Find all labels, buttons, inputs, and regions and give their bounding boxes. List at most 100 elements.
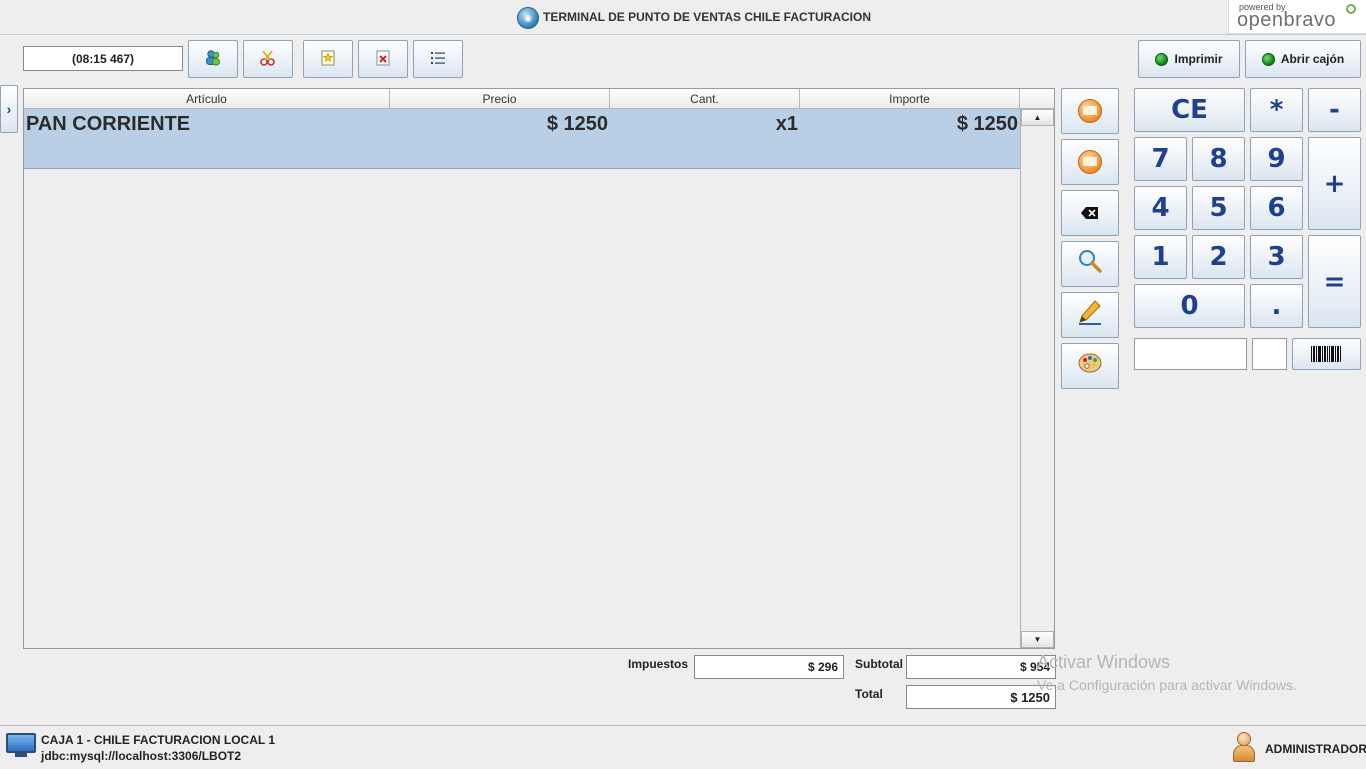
key-4[interactable]: 4 (1134, 186, 1187, 230)
key-3-label: 3 (1267, 242, 1286, 272)
subtotal-label: Subtotal (855, 657, 903, 671)
total-label: Total (855, 687, 883, 701)
delete-ticket-icon (375, 49, 391, 70)
status-database: jdbc:mysql://localhost:3306/LBOT2 (41, 749, 242, 763)
key-9-label: 9 (1267, 144, 1286, 174)
barcode-icon (1311, 346, 1342, 362)
row-amount: $ 1250 (956, 113, 1018, 135)
attributes-icon (1077, 351, 1103, 381)
key-clear[interactable]: CE (1134, 88, 1245, 132)
column-header-amount[interactable]: Importe (800, 89, 1020, 109)
key-1[interactable]: 1 (1134, 235, 1187, 279)
ticket-id-field: (08:15 467) (23, 46, 183, 71)
row-item-name: PAN CORRIENTE (26, 113, 191, 135)
key-1-label: 1 (1151, 242, 1170, 272)
brand-logo: powered by openbravo (1228, 0, 1366, 34)
key-decimal[interactable]: . (1250, 284, 1303, 328)
user-name: ADMINISTRADOR (1265, 742, 1366, 756)
key-decimal-label: . (1271, 291, 1282, 321)
activation-watermark-subtitle: Ve a Configuración para activar Windows. (1037, 677, 1297, 693)
edit-line-button[interactable] (1061, 292, 1119, 338)
move-up-icon (1078, 99, 1102, 123)
side-panel-toggle[interactable]: › (0, 85, 18, 133)
key-9[interactable]: 9 (1250, 137, 1303, 181)
ticket-list-icon (430, 50, 446, 69)
key-plus-label: + (1323, 168, 1346, 199)
key-equals-label: = (1323, 266, 1346, 297)
scroll-down-button[interactable]: ▼ (1021, 631, 1054, 648)
search-product-button[interactable] (1061, 241, 1119, 287)
key-minus[interactable]: - (1308, 88, 1361, 132)
title-bar: ◉ TERMINAL DE PUNTO DE VENTAS CHILE FACT… (0, 0, 1366, 35)
print-button[interactable]: Imprimir (1138, 40, 1240, 78)
brand-name: openbravo (1237, 9, 1337, 31)
column-header-item[interactable]: Artículo (24, 89, 390, 109)
monitor-icon (6, 733, 36, 757)
keypad-input-field[interactable] (1134, 338, 1247, 370)
status-location: CAJA 1 - CHILE FACTURACION LOCAL 1 (41, 733, 276, 747)
key-3[interactable]: 3 (1250, 235, 1303, 279)
key-2-label: 2 (1209, 242, 1228, 272)
delete-ticket-button[interactable] (358, 40, 408, 78)
customer-icon (204, 49, 222, 70)
move-down-icon (1078, 150, 1102, 174)
row-qty: x1 (775, 113, 798, 135)
key-multiply-label: * (1269, 95, 1284, 125)
split-ticket-button[interactable] (243, 40, 293, 78)
ticket-list-button[interactable] (413, 40, 463, 78)
print-status-led-icon (1155, 52, 1169, 66)
key-2[interactable]: 2 (1192, 235, 1245, 279)
key-8-label: 8 (1209, 144, 1228, 174)
new-ticket-button[interactable] (303, 40, 353, 78)
key-0[interactable]: 0 (1134, 284, 1245, 328)
key-multiply[interactable]: * (1250, 88, 1303, 132)
key-5[interactable]: 5 (1192, 186, 1245, 230)
barcode-button[interactable] (1292, 338, 1361, 370)
user-icon (1232, 730, 1256, 764)
print-button-label: Imprimir (1174, 52, 1223, 66)
column-header-qty[interactable]: Cant. (610, 89, 800, 109)
keypad-multiplier-field[interactable] (1252, 338, 1287, 370)
activation-watermark-title: Activar Windows (1037, 652, 1171, 672)
move-down-button[interactable] (1061, 139, 1119, 185)
key-8[interactable]: 8 (1192, 137, 1245, 181)
table-scrollbar[interactable]: ▲ ▼ (1020, 109, 1054, 648)
customer-button[interactable] (188, 40, 238, 78)
brand-mark-icon (1346, 4, 1356, 14)
key-equals[interactable]: = (1308, 235, 1361, 328)
tax-label: Impuestos (628, 657, 689, 671)
key-4-label: 4 (1151, 193, 1170, 223)
edit-line-icon (1077, 299, 1103, 331)
table-row[interactable]: PAN CORRIENTE $ 1250 x1 $ 1250 (24, 109, 1020, 169)
status-bar: CAJA 1 - CHILE FACTURACION LOCAL 1 jdbc:… (0, 725, 1366, 769)
scroll-up-button[interactable]: ▲ (1021, 109, 1054, 126)
key-7-label: 7 (1151, 144, 1170, 174)
search-product-icon (1077, 248, 1103, 280)
remove-line-button[interactable] (1061, 190, 1119, 236)
key-plus[interactable]: + (1308, 137, 1361, 230)
key-5-label: 5 (1209, 193, 1228, 223)
remove-line-icon (1081, 202, 1099, 225)
key-6-label: 6 (1267, 193, 1286, 223)
key-minus-label: - (1329, 95, 1340, 125)
ticket-lines-table: Artículo Precio Cant. Importe PAN CORRIE… (23, 88, 1055, 649)
attributes-button[interactable] (1061, 343, 1119, 389)
arrow-down-icon: ▼ (1033, 635, 1042, 644)
open-drawer-button[interactable]: Abrir cajón (1245, 40, 1361, 78)
total-value: $ 1250 (906, 685, 1056, 709)
key-6[interactable]: 6 (1250, 186, 1303, 230)
drawer-status-led-icon (1261, 52, 1275, 66)
new-ticket-icon (320, 49, 336, 70)
row-price: $ 1250 (546, 113, 608, 135)
move-up-button[interactable] (1061, 88, 1119, 134)
column-header-corner (1020, 89, 1054, 109)
window-title: TERMINAL DE PUNTO DE VENTAS CHILE FACTUR… (543, 10, 872, 24)
arrow-up-icon: ▲ (1033, 113, 1042, 122)
split-ticket-icon (259, 49, 277, 70)
key-0-label: 0 (1180, 291, 1199, 321)
column-header-price[interactable]: Precio (390, 89, 610, 109)
subtotal-value: $ 954 (906, 655, 1056, 679)
app-logo-icon: ◉ (517, 7, 539, 29)
key-7[interactable]: 7 (1134, 137, 1187, 181)
open-drawer-button-label: Abrir cajón (1280, 52, 1345, 66)
